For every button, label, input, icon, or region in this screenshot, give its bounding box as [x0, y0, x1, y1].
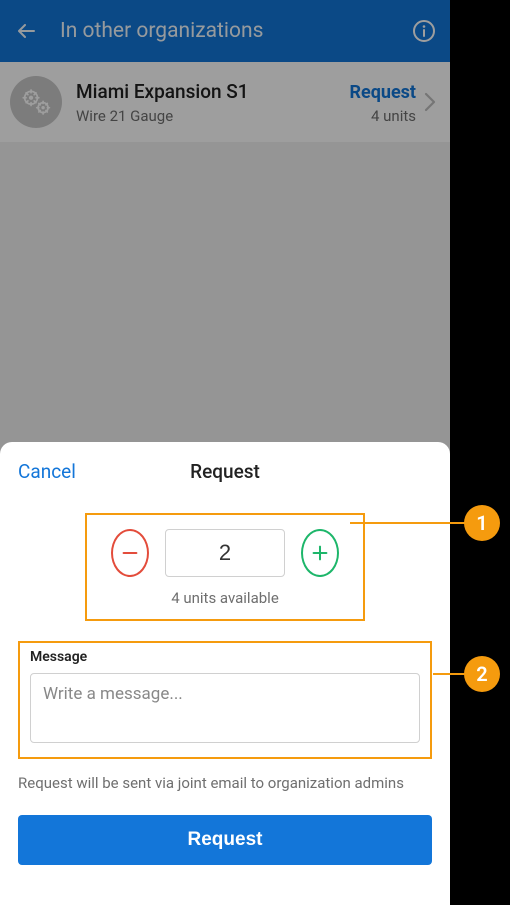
annotation-line [433, 673, 467, 675]
request-note: Request will be sent via joint email to … [18, 773, 432, 793]
quantity-input[interactable] [165, 529, 285, 577]
quantity-decrease-button[interactable] [111, 529, 149, 577]
request-sheet: Cancel Request 4 units available Message… [0, 442, 450, 905]
request-submit-button[interactable]: Request [18, 815, 432, 865]
annotation-bubble: 1 [464, 505, 500, 541]
annotation-number: 1 [476, 511, 487, 535]
annotation-line [350, 522, 467, 524]
quantity-group: 4 units available [85, 513, 365, 621]
units-available: 4 units available [111, 589, 339, 607]
message-group: Message [18, 641, 432, 759]
cancel-button[interactable]: Cancel [18, 460, 76, 483]
annotation-bubble: 2 [464, 656, 500, 692]
message-input[interactable] [30, 673, 420, 743]
annotation-number: 2 [476, 662, 487, 686]
quantity-increase-button[interactable] [301, 529, 339, 577]
message-label: Message [30, 649, 420, 665]
